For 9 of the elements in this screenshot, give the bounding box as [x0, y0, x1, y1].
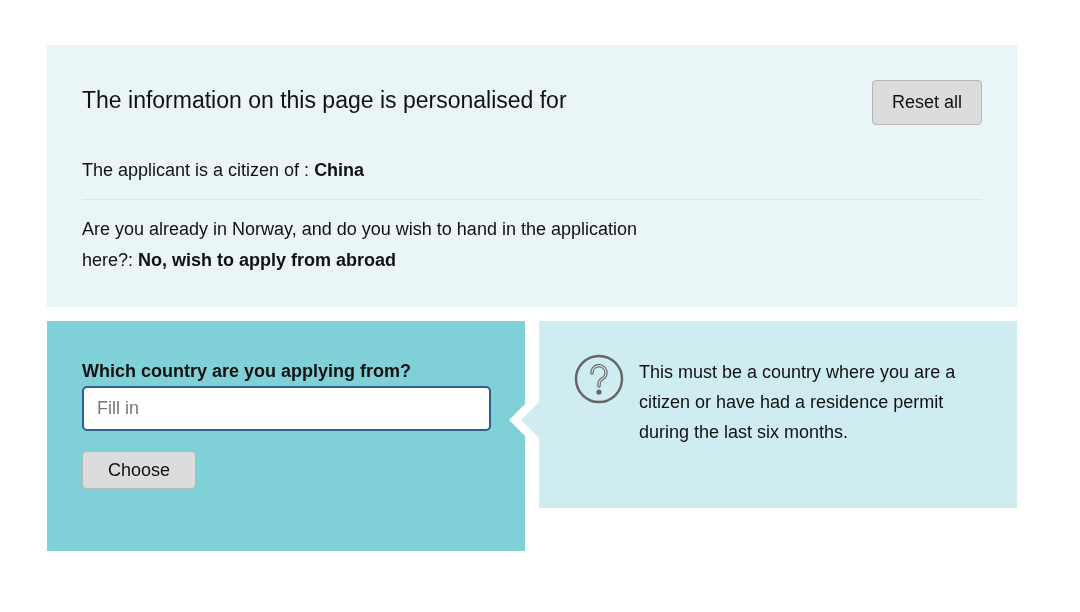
country-field[interactable]: Fill in [82, 386, 491, 431]
help-text: This must be a country where you are a citizen or have had a residence permit during the last six months. [639, 361, 957, 444]
choose-button[interactable]: Choose [82, 451, 196, 489]
panel-title: The information on this page is personalised for [82, 86, 567, 115]
answer-text: Are you already in Norway, and do you wish to hand in the application here?: No, wish to apply from abroad [82, 218, 638, 272]
answer-text: The applicant is a citizen of : China [82, 159, 366, 182]
help-icon [574, 354, 624, 404]
reset-button[interactable]: Reset all [872, 80, 982, 125]
question-label: Which country are you applying from? [82, 360, 413, 383]
